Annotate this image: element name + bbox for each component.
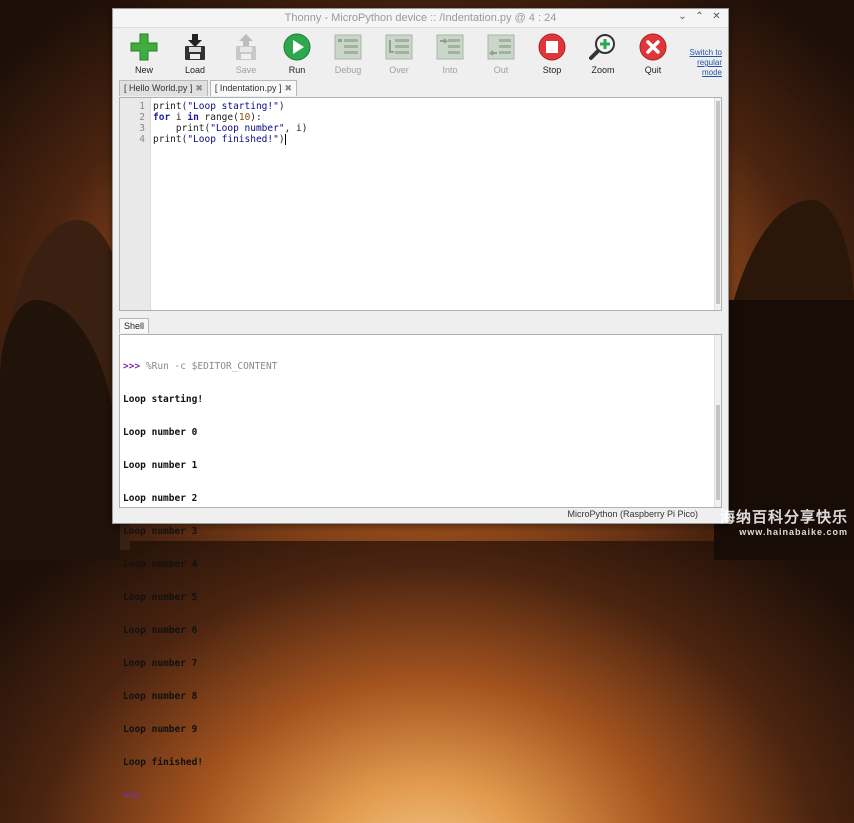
tab-hello-world[interactable]: [ Hello World.py ] ✖ [119,80,208,96]
tab-shell[interactable]: Shell [119,318,150,333]
editor-tabs: [ Hello World.py ] ✖ [ Indentation.py ] … [119,80,297,96]
interpreter-selector[interactable]: MicroPython (Raspberry Pi Pico) [567,509,698,519]
plus-icon [129,32,159,62]
step-out-button[interactable]: Out [477,32,525,75]
tab-indentation[interactable]: [ Indentation.py ] ✖ [209,80,297,96]
code-line: print("Loop number", i) [153,123,308,134]
switch-link-line: Switch to [689,48,722,57]
code-line: print("Loop starting!") [153,101,285,112]
editor-scrollbar[interactable] [714,98,721,310]
shell-output-line: Loop finished! [123,757,204,768]
minimize-icon[interactable]: ⌄ [677,11,688,22]
zoom-label: Zoom [591,65,615,75]
quit-label: Quit [644,65,662,75]
step-into-button[interactable]: Into [426,32,474,75]
shell-output-line: Loop number 0 [123,427,198,438]
status-bar: MicroPython (Raspberry Pi Pico) [113,507,728,523]
tab-label: [ Indentation.py ] [214,83,282,93]
debug-icon [333,32,363,62]
line-number: 4 [139,134,145,145]
shell-output-line: Loop number 6 [123,625,198,636]
shell-output-line: Loop number 7 [123,658,198,669]
run-button[interactable]: Run [273,32,321,75]
watermark: 海纳百科分享快乐 www.hainabaike.com [720,506,848,537]
stop-label: Stop [542,65,562,75]
new-button[interactable]: New [120,32,168,75]
shell-prompt: >>> [123,790,141,801]
line-number: 3 [139,123,145,134]
code-line: for i in range(10): [153,112,262,123]
shell-prompt: >>> [123,361,141,372]
close-tab-icon[interactable]: ✖ [284,81,292,96]
thonny-window: Thonny - MicroPython device :: /Indentat… [112,8,729,801]
watermark-text: 海纳百科分享快乐 [719,509,848,526]
close-tab-icon[interactable]: ✖ [195,81,203,96]
quit-button[interactable]: Quit [629,32,677,75]
line-number: 2 [139,112,145,123]
code-line: print("Loop finished!")​ [153,134,286,145]
code-editor[interactable]: 1 2 3 4 print("Loop starting!") for i in … [119,97,722,311]
debug-button[interactable]: Debug [324,32,372,75]
shell-output-line: Loop number 4 [123,559,198,570]
tab-label: [ Hello World.py ] [124,83,193,93]
step-over-label: Over [389,65,409,75]
step-out-label: Out [493,65,509,75]
step-into-icon [435,32,465,62]
shell-output-line: Loop number 1 [123,460,198,471]
shell-output-line: Loop number 9 [123,724,198,735]
zoom-button[interactable]: Zoom [579,32,627,75]
switch-to-regular-mode-link[interactable]: Switch to regular mode [690,48,722,78]
shell-output-line: Loop number 8 [123,691,198,702]
step-over-icon [384,32,414,62]
switch-link-line: regular [697,58,722,67]
shell-output-line: Loop number 3 [123,526,198,537]
close-icon[interactable]: ✕ [711,11,722,22]
shell-command-line: >>> %Run -c $EDITOR_CONTENT [123,361,714,372]
save-icon [231,32,261,62]
toolbar: New Load Save Run Debug Over Into Out St… [113,28,728,82]
save-label: Save [235,65,257,75]
shell-command: %Run -c $EDITOR_CONTENT [145,361,278,372]
shell-output-line: Loop number 5 [123,592,198,603]
load-button[interactable]: Load [171,32,219,75]
line-number: 1 [139,101,145,112]
shell-output[interactable]: >>> %Run -c $EDITOR_CONTENT Loop startin… [120,335,714,801]
scrollbar-thumb[interactable] [716,101,720,304]
code-text[interactable]: print("Loop starting!") for i in range(10… [151,98,714,310]
line-number-gutter: 1 2 3 4 [120,98,151,310]
step-out-icon [486,32,516,62]
watermark-url: www.hainabaike.com [739,527,848,537]
window-title: Thonny - MicroPython device :: /Indentat… [284,12,557,24]
new-label: New [134,65,153,75]
scrollbar-thumb[interactable] [716,405,720,500]
floppy-icon [180,32,210,62]
debug-label: Debug [334,65,362,75]
quit-icon [638,32,668,62]
shell-output-line: Loop starting! [123,394,204,405]
stop-button[interactable]: Stop [528,32,576,75]
title-bar[interactable]: Thonny - MicroPython device :: /Indentat… [113,9,728,28]
zoom-icon [588,32,618,62]
stop-icon [537,32,567,62]
shell-scrollbar[interactable] [714,335,721,507]
shell-panel[interactable]: >>> %Run -c $EDITOR_CONTENT Loop startin… [119,334,722,801]
save-button[interactable]: Save [222,32,270,75]
step-over-button[interactable]: Over [375,32,423,75]
maximize-icon[interactable]: ⌃ [694,11,705,22]
text-cursor: ​ [284,134,286,145]
play-icon [282,32,312,62]
shell-output-line: Loop number 2 [123,493,198,504]
switch-link-line: mode [701,68,722,77]
step-into-label: Into [442,65,458,75]
load-label: Load [184,65,206,75]
run-label: Run [288,65,306,75]
shell-input-line[interactable]: >>> [123,790,714,801]
window-controls: ⌄ ⌃ ✕ [677,11,722,22]
